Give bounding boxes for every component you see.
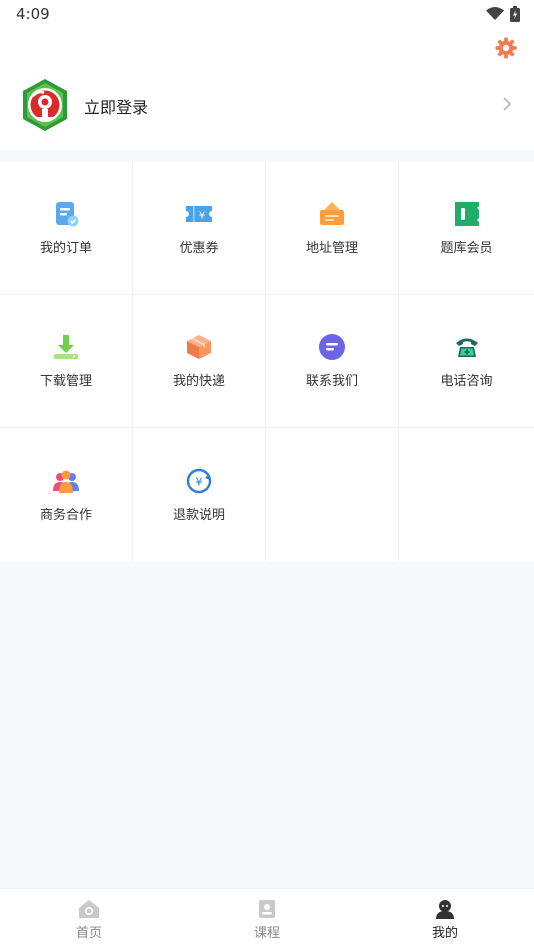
- menu-item-label: 我的快递: [172, 373, 225, 389]
- membership-icon: [454, 201, 479, 226]
- menu-item-label: 电话咨询: [440, 373, 493, 389]
- menu-item-orders[interactable]: 我的订单: [0, 162, 133, 295]
- menu-grid: 我的订单 ¥ 优惠券 地址管理 题库会员 下载管理 我的快递 联系我们 电话咨询…: [0, 162, 534, 562]
- wifi-icon: [486, 7, 504, 20]
- svg-text:¥: ¥: [196, 475, 203, 488]
- menu-item-label: 题库会员: [440, 240, 493, 256]
- menu-item-address[interactable]: 地址管理: [266, 162, 399, 295]
- phone-icon: [455, 338, 478, 357]
- tab-home[interactable]: 首页: [0, 889, 178, 950]
- tab-profile[interactable]: 我的: [356, 889, 534, 950]
- avatar[interactable]: [20, 78, 70, 132]
- svg-text:¥: ¥: [199, 210, 205, 221]
- menu-grid-empty-cell: [399, 428, 534, 562]
- gear-icon: [495, 37, 517, 59]
- menu-item-label: 下载管理: [39, 373, 92, 389]
- refund-icon: ¥: [186, 468, 212, 493]
- menu-item-label: 退款说明: [172, 507, 225, 523]
- menu-item-coupons[interactable]: ¥ 优惠券: [133, 162, 266, 295]
- login-link[interactable]: 立即登录: [84, 94, 148, 118]
- tab-label: 课程: [253, 925, 280, 941]
- menu-item-label: 我的订单: [39, 240, 92, 256]
- chevron-right-icon: [503, 97, 512, 111]
- app-logo-icon: [23, 79, 67, 131]
- menu-item-label: 联系我们: [305, 373, 358, 389]
- menu-item-label: 商务合作: [39, 507, 92, 523]
- status-bar: 4:09: [0, 0, 534, 28]
- menu-grid-empty-cell: [266, 428, 399, 562]
- menu-item-contact[interactable]: 联系我们: [266, 295, 399, 428]
- bottom-tab-bar: 首页 课程 我的: [0, 888, 534, 950]
- battery-icon: [510, 6, 520, 22]
- menu-item-downloads[interactable]: 下载管理: [0, 295, 133, 428]
- menu-item-label: 地址管理: [305, 240, 358, 256]
- menu-item-phone[interactable]: 电话咨询: [399, 295, 534, 428]
- menu-item-membership[interactable]: 题库会员: [399, 162, 534, 295]
- partners-icon: [53, 470, 79, 493]
- order-icon: [56, 201, 79, 226]
- tab-label: 我的: [431, 925, 458, 941]
- menu-item-business[interactable]: 商务合作: [0, 428, 133, 562]
- tab-label: 首页: [75, 925, 102, 941]
- menu-item-label: 优惠券: [179, 240, 219, 256]
- menu-item-refund[interactable]: ¥ 退款说明: [133, 428, 266, 562]
- chat-icon: [319, 333, 345, 360]
- download-icon: [54, 334, 78, 359]
- tab-courses[interactable]: 课程: [178, 889, 356, 950]
- course-icon: [259, 899, 275, 918]
- status-icons: [486, 6, 520, 22]
- package-icon: [187, 334, 211, 359]
- coupon-icon: ¥: [186, 205, 212, 222]
- home-icon: [79, 899, 99, 918]
- address-icon: [320, 201, 344, 225]
- profile-icon: [436, 899, 454, 919]
- status-time: 4:09: [16, 5, 50, 23]
- profile-header: 立即登录: [0, 28, 534, 150]
- login-chevron[interactable]: [500, 94, 514, 114]
- settings-button[interactable]: [494, 36, 518, 60]
- menu-item-express[interactable]: 我的快递: [133, 295, 266, 428]
